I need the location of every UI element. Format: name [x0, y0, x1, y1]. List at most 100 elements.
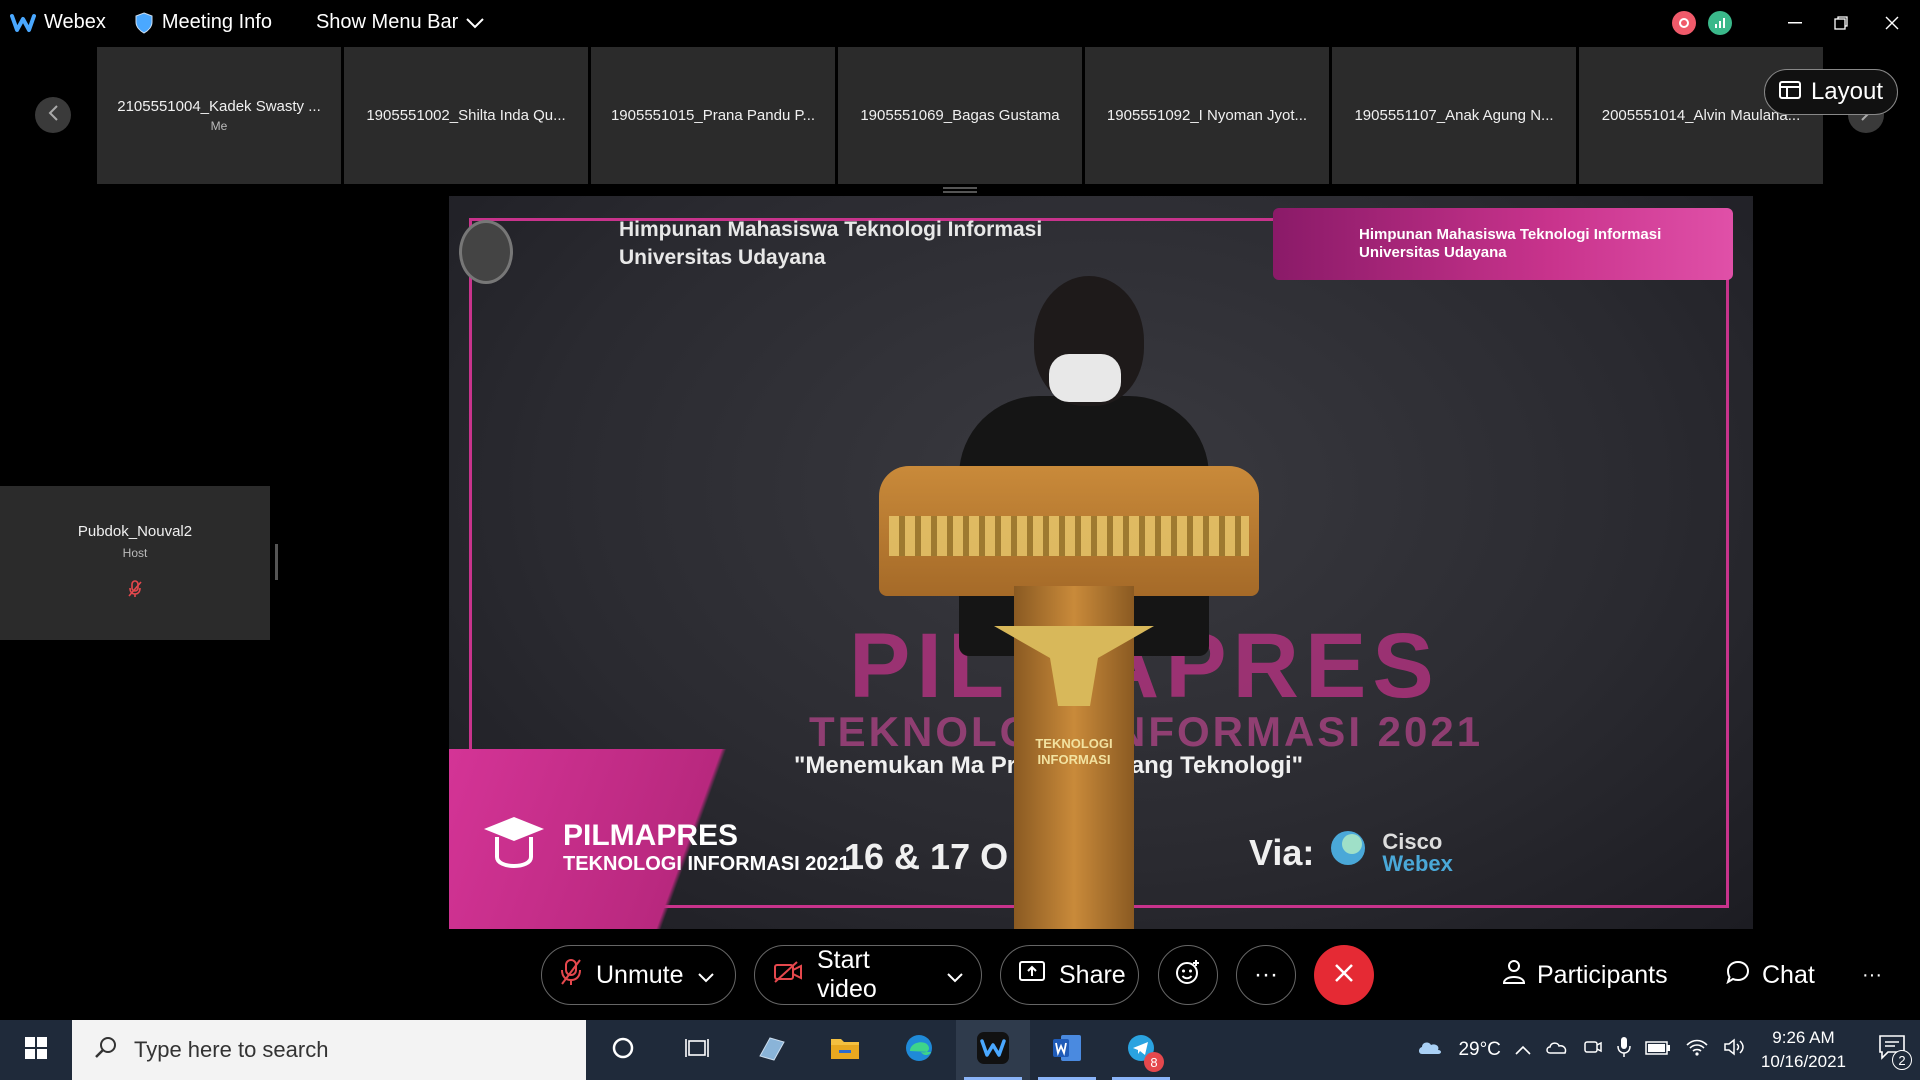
- participant-tile[interactable]: 1905551069_Bagas Gustama: [838, 47, 1082, 184]
- onedrive-cloud-icon[interactable]: [1545, 1039, 1569, 1061]
- weather-cloud-icon[interactable]: [1416, 1036, 1444, 1064]
- muted-mic-icon: [560, 958, 582, 993]
- cisco-webex-logo-icon: [1328, 828, 1368, 877]
- telegram-unread-badge: 8: [1144, 1052, 1164, 1072]
- taskbar-app-webex[interactable]: [956, 1020, 1030, 1080]
- cisco-label: Cisco: [1382, 828, 1443, 854]
- webex-app-menu[interactable]: Webex: [10, 11, 106, 34]
- smiley-icon: [1175, 959, 1201, 992]
- windows-logo-icon: [24, 1036, 48, 1065]
- taskbar-app-word[interactable]: [1030, 1020, 1104, 1080]
- corner-subtitle: TEKNOLOGI INFORMASI 2021: [563, 853, 850, 875]
- chevron-up-icon[interactable]: [1515, 1039, 1531, 1061]
- show-menu-bar-label: Show Menu Bar: [315, 11, 459, 33]
- start-video-button[interactable]: Start video: [754, 945, 982, 1005]
- more-label: ···: [1254, 961, 1278, 988]
- reactions-button[interactable]: [1158, 945, 1218, 1005]
- meeting-info-button[interactable]: Meeting Info: [134, 11, 272, 34]
- taskbar-app-notepad[interactable]: [734, 1020, 808, 1080]
- volume-icon[interactable]: [1723, 1037, 1747, 1063]
- host-name: Pubdok_Nouval2: [77, 523, 193, 540]
- title-bar: Webex Meeting Info Show Menu Bar: [0, 0, 1920, 45]
- corner-title: PILMAPRES: [563, 819, 739, 852]
- chevron-down-icon[interactable]: [947, 961, 963, 990]
- windows-taskbar: Type here to search 8 29°C 9:26 AM 10/16…: [0, 1020, 1920, 1080]
- participant-tile[interactable]: 2105551004_Kadek Swasty ... Me: [97, 47, 341, 184]
- leave-meeting-button[interactable]: [1314, 945, 1374, 1005]
- via-webex: Via: Cisco Webex: [1249, 828, 1453, 877]
- more-options-button[interactable]: ···: [1236, 945, 1296, 1005]
- participant-tile[interactable]: 1905551015_Prana Pandu P...: [591, 47, 835, 184]
- participant-name: 1905551069_Bagas Gustama: [860, 107, 1060, 124]
- clock[interactable]: 9:26 AM 10/16/2021: [1761, 1026, 1846, 1074]
- task-view-button[interactable]: [660, 1020, 734, 1080]
- participants-label: Participants: [1537, 960, 1668, 989]
- clock-date: 10/16/2021: [1760, 1052, 1846, 1071]
- overflow-menu-button[interactable]: ···: [1862, 945, 1882, 1005]
- active-speaker-video[interactable]: Himpunan Mahasiswa Teknologi Informasi U…: [449, 196, 1753, 929]
- folder-icon: [830, 1035, 860, 1066]
- speaker-mask: [1049, 354, 1121, 402]
- panel-resize-handle[interactable]: [275, 544, 278, 580]
- search-placeholder: Type here to search: [134, 1037, 329, 1062]
- microphone-in-use-icon[interactable]: [1617, 1036, 1631, 1064]
- notification-center-button[interactable]: 2: [1878, 1034, 1912, 1070]
- unmute-label: Unmute: [596, 960, 684, 989]
- via-label: Via:: [1249, 831, 1315, 873]
- word-app-icon: [1051, 1033, 1083, 1068]
- taskbar-app-file-explorer[interactable]: [808, 1020, 882, 1080]
- participant-tile[interactable]: 1905551107_Anak Agung N...: [1332, 47, 1576, 184]
- chevron-left-icon: [47, 104, 59, 127]
- org-banner: Himpunan Mahasiswa Teknologi Informasi U…: [1273, 208, 1733, 280]
- host-tile[interactable]: Pubdok_Nouval2 Host: [0, 486, 270, 640]
- layout-button[interactable]: Layout: [1763, 69, 1898, 115]
- task-view-icon: [684, 1036, 710, 1065]
- shield-icon: [134, 11, 154, 34]
- meet-now-icon[interactable]: [1583, 1037, 1603, 1063]
- layout-icon: [1778, 78, 1801, 106]
- cortana-button[interactable]: [586, 1020, 660, 1080]
- participant-sub: Me: [210, 119, 228, 133]
- org-heading: Himpunan Mahasiswa Teknologi Informasi U…: [619, 216, 1042, 272]
- clock-time: 9:26 AM: [1772, 1028, 1835, 1047]
- battery-icon[interactable]: [1645, 1039, 1671, 1061]
- taskbar-app-edge[interactable]: [882, 1020, 956, 1080]
- participant-strip: 2105551004_Kadek Swasty ... Me 190555100…: [0, 47, 1920, 185]
- close-icon: [1334, 963, 1354, 988]
- unmute-button[interactable]: Unmute: [541, 945, 736, 1005]
- chevron-down-icon[interactable]: [697, 961, 714, 990]
- strip-prev-button[interactable]: [35, 97, 71, 133]
- webex-logo-icon: [10, 13, 36, 33]
- taskbar-search-box[interactable]: Type here to search: [72, 1020, 586, 1080]
- share-screen-icon: [1019, 960, 1045, 990]
- wifi-icon[interactable]: [1685, 1037, 1709, 1063]
- chat-bubble-icon: [1726, 960, 1750, 991]
- temperature[interactable]: 29°C: [1458, 1039, 1500, 1061]
- restore-button[interactable]: [1818, 0, 1864, 45]
- overflow-label: ···: [1862, 963, 1882, 986]
- banner-line-1: Himpunan Mahasiswa Teknologi Informasi: [1359, 226, 1662, 243]
- participant-tile[interactable]: 1905551092_I Nyoman Jyot...: [1085, 47, 1329, 184]
- participant-tile[interactable]: 2005551014_Alvin Maulana...: [1579, 47, 1823, 184]
- notepad-app-icon: [756, 1034, 786, 1067]
- participant-name: 1905551107_Anak Agung N...: [1354, 107, 1554, 124]
- podium-caption: TEKNOLOGI INFORMASI: [1035, 736, 1113, 767]
- start-button[interactable]: [0, 1020, 72, 1080]
- share-button[interactable]: Share: [1000, 945, 1139, 1005]
- org-line-2: Universitas Udayana: [619, 246, 826, 269]
- muted-mic-icon: [128, 580, 142, 603]
- show-menu-bar-button[interactable]: Show Menu Bar: [316, 11, 484, 34]
- participant-tile[interactable]: 1905551002_Shilta Inda Qu...: [344, 47, 588, 184]
- participant-name: 2005551014_Alvin Maulana...: [1601, 107, 1801, 124]
- podium-carving: [889, 516, 1249, 556]
- taskbar-app-telegram[interactable]: 8: [1104, 1020, 1178, 1080]
- recording-status-icon[interactable]: [1672, 10, 1696, 35]
- strip-resize-handle[interactable]: [943, 187, 977, 193]
- network-health-icon[interactable]: [1708, 10, 1732, 35]
- minimize-button[interactable]: [1772, 0, 1818, 45]
- close-window-button[interactable]: [1864, 0, 1920, 45]
- chat-button[interactable]: Chat: [1726, 945, 1815, 1005]
- participants-button[interactable]: Participants: [1502, 945, 1668, 1005]
- notification-count-badge: 2: [1892, 1050, 1912, 1070]
- meeting-controls: Unmute Start video Share ··· Participant…: [0, 930, 1920, 1020]
